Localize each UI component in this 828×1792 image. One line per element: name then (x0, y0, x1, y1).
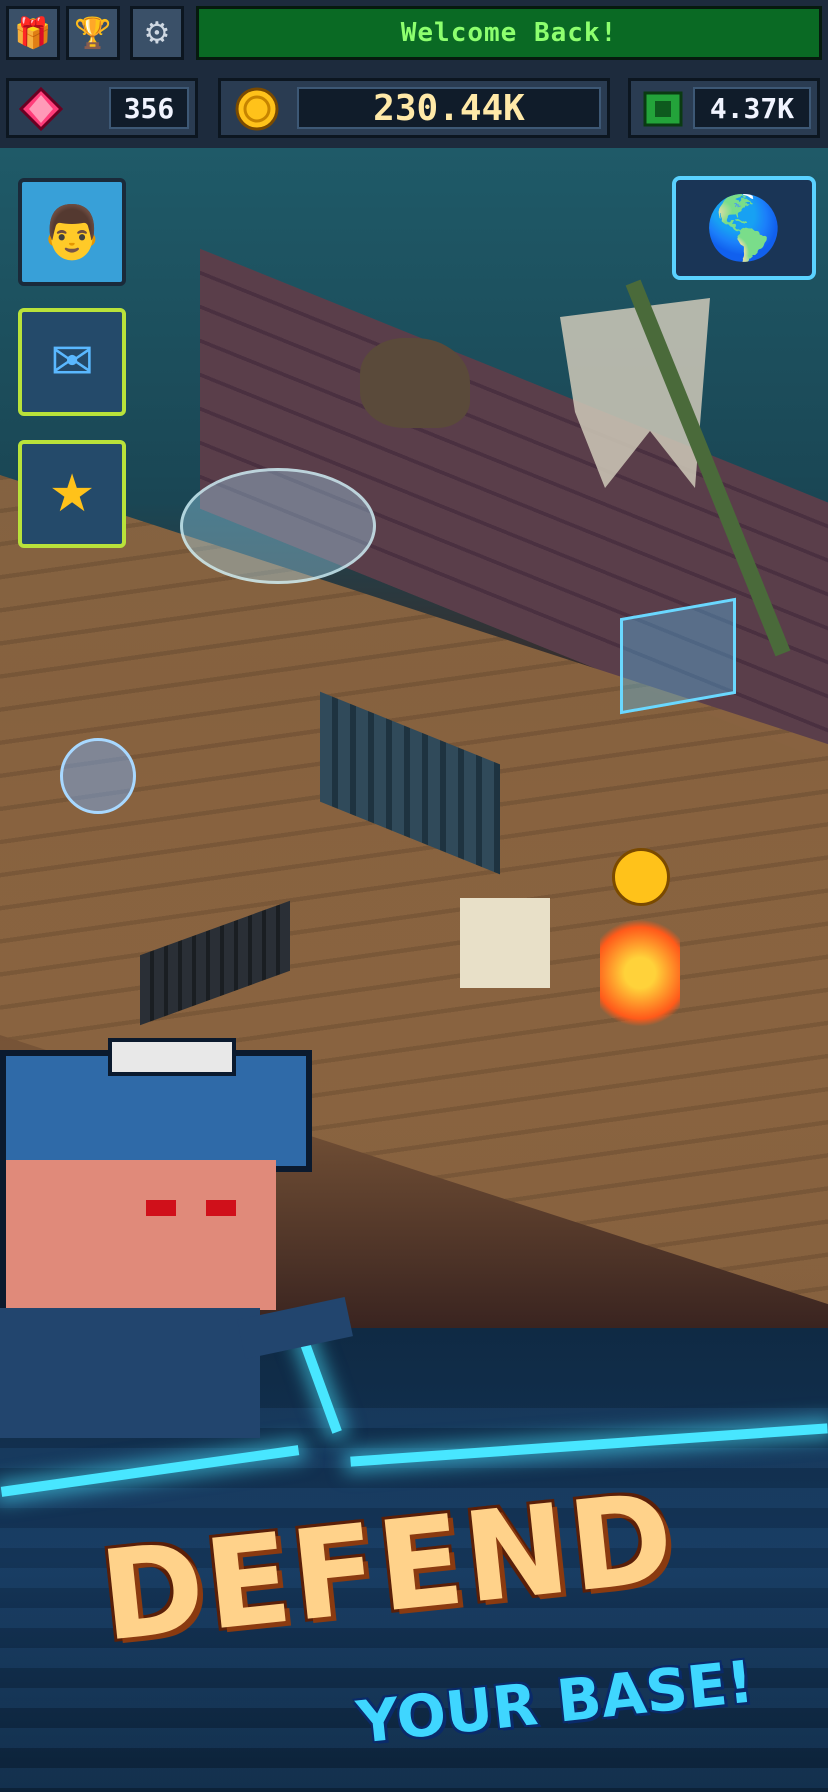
cash-value: 4.37K (693, 87, 811, 129)
coins-counter[interactable]: 230.44K (218, 78, 610, 138)
gear-icon: ⚙ (143, 15, 171, 51)
gem-icon (15, 85, 67, 133)
pirate-eye-left (146, 1200, 176, 1216)
rock-decoration (360, 338, 470, 428)
globe-icon: 🌎 (705, 191, 783, 264)
pirate-coat (0, 1308, 260, 1438)
rewards-button[interactable]: ★ (18, 440, 126, 548)
settings-button[interactable]: ⚙ (130, 6, 184, 60)
top-bar: 🎁 🏆 ⚙ Welcome Back! 356 230.44K 4.37K (0, 0, 828, 148)
mail-icon: ✉ (50, 332, 94, 392)
gems-counter[interactable]: 356 (6, 78, 198, 138)
coin-icon (231, 85, 283, 133)
gift-icon: 🎁 (14, 15, 52, 51)
gift-button[interactable]: 🎁 (6, 6, 60, 60)
gems-value: 356 (109, 87, 189, 129)
trophy-button[interactable]: 🏆 (66, 6, 120, 60)
octopus-globe[interactable] (60, 738, 136, 814)
treasure-chest-icon: ★ (48, 464, 96, 524)
welcome-banner: Welcome Back! (196, 6, 822, 60)
pirate-eye-right (206, 1200, 236, 1216)
coins-value: 230.44K (297, 87, 601, 129)
avatar-icon: 👨 (39, 202, 105, 263)
hologram-map[interactable] (620, 597, 736, 715)
world-map-button[interactable]: 🌎 (672, 176, 816, 280)
coin-pickup[interactable] (612, 848, 670, 906)
ship-in-bottle[interactable] (180, 468, 376, 584)
pirate-hat-band (108, 1038, 236, 1076)
mail-button[interactable]: ✉ (18, 308, 126, 416)
cash-icon (637, 85, 689, 133)
profile-button[interactable]: 👨 (18, 178, 126, 286)
trophy-icon: 🏆 (74, 15, 112, 51)
cargo-sacks (460, 898, 550, 988)
pirate-face (0, 1160, 276, 1310)
fire-effect (600, 908, 680, 1038)
pirate-character (0, 1038, 353, 1438)
cash-counter[interactable]: 4.37K (628, 78, 820, 138)
